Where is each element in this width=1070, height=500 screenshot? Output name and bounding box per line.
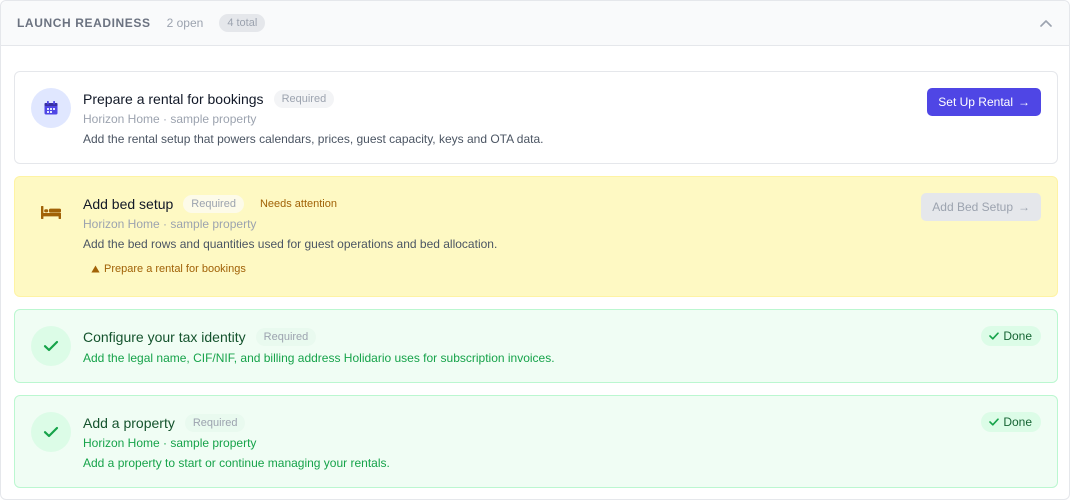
dependency-note: Prepare a rental for bookings: [91, 263, 246, 275]
arrow-right-icon: →: [1018, 200, 1030, 214]
launch-readiness-panel: LAUNCH READINESS 2 open 4 total Prepare …: [0, 0, 1070, 500]
check-small-icon: [989, 332, 1000, 340]
chevron-up-icon[interactable]: [1037, 14, 1055, 32]
panel-header[interactable]: LAUNCH READINESS 2 open 4 total: [1, 1, 1069, 46]
done-label: Done: [1003, 415, 1032, 429]
button-label: Add Bed Setup: [932, 200, 1013, 214]
task-title: Configure your tax identity: [83, 329, 246, 345]
task-subtitle: Horizon Home · sample property: [83, 112, 257, 126]
arrow-right-icon: →: [1018, 95, 1030, 109]
set-up-rental-button[interactable]: Set Up Rental →: [927, 88, 1041, 116]
total-count-badge: 4 total: [219, 14, 266, 32]
task-description: Add the rental setup that powers calenda…: [83, 132, 544, 146]
dependency-text: Prepare a rental for bookings: [104, 263, 246, 275]
required-badge: Required: [273, 90, 335, 108]
button-label: Set Up Rental: [938, 95, 1013, 109]
task-description: Add the bed rows and quantities used for…: [83, 237, 498, 251]
task-card-add-property: Add a property Required Horizon Home · s…: [14, 395, 1058, 488]
bed-icon: [40, 204, 64, 224]
check-icon: [31, 326, 71, 366]
task-card-prepare-rental: Prepare a rental for bookings Required H…: [14, 71, 1058, 164]
needs-attention-badge: Needs attention: [259, 198, 337, 210]
required-badge: Required: [255, 328, 317, 346]
task-title: Add bed setup: [83, 196, 174, 212]
task-title: Prepare a rental for bookings: [83, 91, 264, 107]
task-description: Add a property to start or continue mana…: [83, 456, 390, 470]
task-title: Add a property: [83, 415, 175, 431]
task-subtitle: Horizon Home · sample property: [83, 436, 257, 450]
check-small-icon: [989, 418, 1000, 426]
panel-title: LAUNCH READINESS: [17, 16, 151, 30]
done-badge: Done: [981, 326, 1041, 346]
task-description: Add the legal name, CIF/NIF, and billing…: [83, 351, 555, 365]
task-card-tax-identity: Configure your tax identity Required Add…: [14, 309, 1058, 383]
calendar-icon: [31, 88, 71, 128]
warning-icon: [91, 265, 100, 273]
open-count: 2 open: [166, 16, 204, 30]
task-subtitle: Horizon Home · sample property: [83, 217, 257, 231]
required-badge: Required: [183, 195, 244, 213]
add-bed-setup-button[interactable]: Add Bed Setup →: [921, 193, 1041, 221]
done-label: Done: [1003, 329, 1032, 343]
done-badge: Done: [981, 412, 1041, 432]
task-card-bed-setup: Add bed setup Required Needs attention H…: [14, 176, 1058, 297]
check-icon: [31, 412, 71, 452]
required-badge: Required: [184, 414, 246, 432]
